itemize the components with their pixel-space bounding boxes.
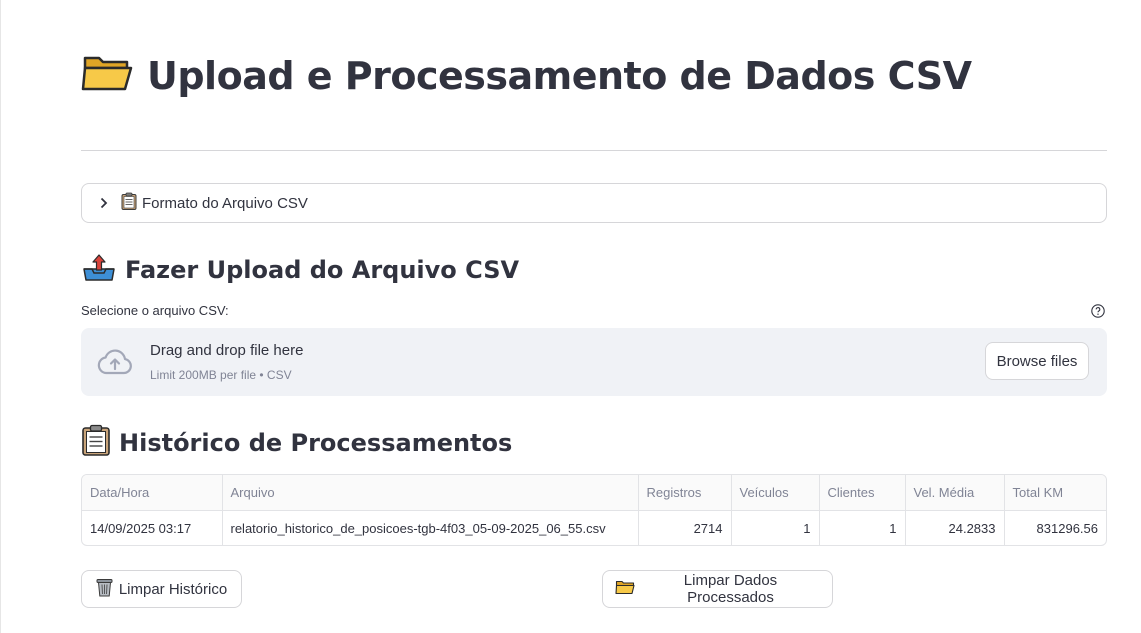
folder-icon (81, 52, 133, 101)
cell-clients[interactable]: 1 (819, 510, 906, 545)
cell-total-km[interactable]: 831296.56 (1004, 511, 1106, 546)
clear-history-button[interactable]: Limpar Histórico (81, 570, 242, 608)
dropzone-limit: Limit 200MB per file • CSV (150, 368, 292, 382)
history-heading: Histórico de Processamentos (81, 424, 512, 462)
expander-label: Formato do Arquivo CSV (142, 194, 308, 212)
column-header[interactable]: Arquivo (222, 475, 639, 511)
cell-datetime[interactable]: 14/09/2025 03:17 (82, 510, 223, 545)
divider (81, 150, 1107, 151)
history-heading-text: Histórico de Processamentos (119, 429, 513, 457)
clipboard-icon (121, 192, 137, 214)
column-header[interactable]: Veículos (731, 475, 820, 511)
folder-icon (615, 579, 635, 599)
sidebar-edge (0, 0, 1, 633)
uploader-label: Selecione o arquivo CSV: (81, 303, 229, 318)
file-dropzone[interactable]: Drag and drop file here Limit 200MB per … (81, 328, 1107, 396)
cell-avg-speed[interactable]: 24.2833 (905, 510, 1005, 545)
table-header-row: Data/Hora Arquivo Registros Veículos Cli… (82, 475, 1106, 511)
clear-processed-label: Limpar Dados Processados (683, 572, 778, 606)
cell-records[interactable]: 2714 (638, 510, 732, 545)
cell-vehicles[interactable]: 1 (731, 510, 820, 545)
page-title-text: Upload e Processamento de Dados CSV (147, 54, 972, 98)
cell-filename[interactable]: relatorio_historico_de_posicoes-tgb-4f03… (222, 510, 639, 545)
wastebasket-icon (96, 578, 113, 601)
table-row: 14/09/2025 03:17 relatorio_historico_de_… (82, 510, 1106, 546)
column-header[interactable]: Vel. Média (905, 475, 1005, 511)
column-header[interactable]: Registros (638, 475, 732, 511)
column-header[interactable]: Clientes (819, 475, 906, 511)
browse-files-button[interactable]: Browse files (985, 342, 1089, 380)
column-header[interactable]: Data/Hora (82, 475, 223, 511)
page-title: Upload e Processamento de Dados CSV (81, 50, 972, 102)
clipboard-icon (81, 424, 111, 462)
chevron-right-icon (99, 196, 109, 210)
cloud-upload-icon (97, 348, 133, 376)
upload-heading: Fazer Upload do Arquivo CSV (81, 252, 519, 288)
outbox-tray-icon (81, 252, 117, 288)
clear-processed-data-button[interactable]: Limpar Dados Processados (602, 570, 833, 608)
history-table[interactable]: Data/Hora Arquivo Registros Veículos Cli… (81, 474, 1107, 546)
help-icon[interactable] (1091, 304, 1105, 318)
clear-history-label: Limpar Histórico (118, 580, 228, 598)
dropzone-instructions: Drag and drop file here (150, 342, 304, 359)
csv-format-expander[interactable]: Formato do Arquivo CSV (81, 183, 1107, 223)
column-header[interactable]: Total KM (1004, 475, 1106, 511)
upload-heading-text: Fazer Upload do Arquivo CSV (125, 256, 520, 284)
